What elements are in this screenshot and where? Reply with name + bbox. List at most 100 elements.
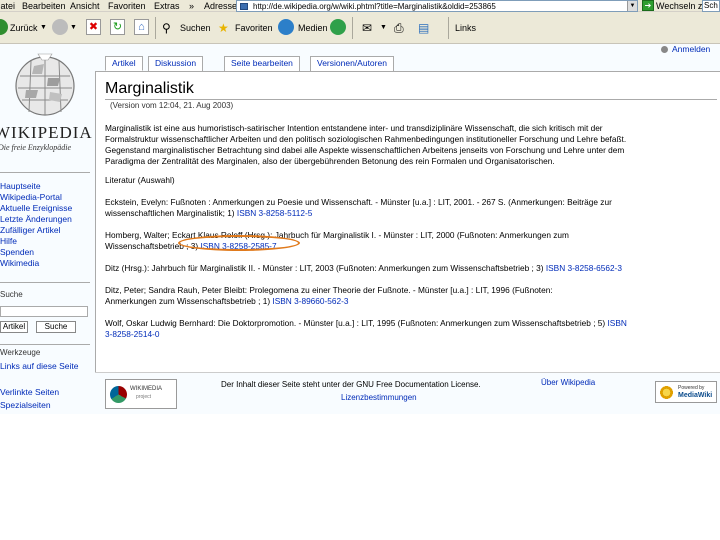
search-button[interactable]: Suchen (180, 19, 211, 37)
reference-line: Wolf, Oskar Ludwig Bernhard: Die Doktorp… (105, 318, 717, 329)
page-icon (240, 3, 248, 10)
favorites-button[interactable]: Favoriten (235, 19, 273, 37)
refresh-icon[interactable]: ↻ (110, 19, 125, 35)
license-terms-link[interactable]: Lizenzbestimmungen (221, 391, 481, 404)
sidebar-item-hauptseite[interactable]: Hauptseite (0, 181, 41, 191)
sidebar-divider (0, 344, 90, 345)
reference-line: Eckstein, Evelyn: Fußnoten : Anmerkungen… (105, 197, 717, 208)
reference-text: Jahrbuch für Marginalistik I. - Münster … (272, 230, 569, 240)
menu-extras[interactable]: Extras (154, 0, 180, 12)
sidebar-item-aenderungen[interactable]: Letzte Änderungen (0, 214, 72, 224)
isbn-link[interactable]: 3-8258-2514-0 (105, 329, 159, 339)
sidebar-item-spenden[interactable]: Spenden (0, 247, 34, 257)
about-wikipedia-link[interactable]: Über Wikipedia (541, 378, 595, 387)
address-url[interactable]: http://de.wikipedia.org/w/wiki.phtml?tit… (253, 1, 496, 12)
menu-ansicht[interactable]: Ansicht (70, 0, 100, 12)
stop-icon[interactable]: ✖ (86, 19, 101, 35)
menu-datei[interactable]: Datei (0, 0, 15, 12)
address-label: Adresse (204, 1, 238, 11)
tool-special-pages[interactable]: Spezialseiten (0, 400, 51, 410)
sidebar-item-zufall[interactable]: Zufälliger Artikel (0, 225, 60, 235)
reference-line: 3-8258-2514-0 (105, 329, 717, 340)
back-dropdown-icon[interactable]: ▼ (40, 19, 47, 37)
reference-text: wissenschaftlichen Marginalistik; 1) (105, 208, 237, 218)
tab-discussion[interactable]: Diskussion (148, 56, 204, 71)
powered-by-mediawiki-badge[interactable]: Powered by MediaWiki (655, 381, 717, 403)
powered-by-label: Powered by (678, 385, 705, 391)
wikipedia-slogan: Die freie Enzyklopädie (0, 143, 72, 152)
fulltext-search-button[interactable]: Suche (36, 321, 76, 333)
wikipedia-globe-icon (15, 53, 75, 116)
tab-article[interactable]: Artikel (105, 56, 143, 71)
isbn-link[interactable]: ISBN 3-89660-562-3 (272, 296, 348, 306)
page-title: Marginalistik (105, 80, 194, 97)
search-box[interactable]: Sch (702, 0, 720, 12)
isbn-link[interactable]: ISBN (608, 318, 627, 328)
reference-text: Ditz (Hrsg.): Jahrbuch für Marginalistik… (105, 263, 546, 273)
media-button[interactable]: Medien (298, 19, 328, 37)
go-arrow-icon[interactable]: ➔ (642, 0, 654, 11)
reference-line: Ditz, Peter; Sandra Rauh, Peter Bleibt: … (105, 285, 717, 296)
sidebar-item-portal[interactable]: Wikipedia-Portal (0, 192, 62, 202)
forward-icon[interactable] (52, 19, 68, 35)
login-link[interactable]: Anmelden (672, 44, 710, 54)
standard-toolbar: Zurück ▼ ▼ ✖ ↻ ⌂ ⚲ Suchen ★ Favoriten Me… (0, 12, 720, 44)
reference-line: wissenschaftlichen Marginalistik; 1) ISB… (105, 208, 717, 219)
tab-history[interactable]: Versionen/Autoren (310, 56, 394, 71)
sidebar-divider (0, 282, 90, 283)
isbn-link[interactable]: ISBN 3-8258-5112-5 (237, 208, 313, 218)
user-icon (661, 46, 668, 53)
sidebar-item-hilfe[interactable]: Hilfe (0, 236, 17, 246)
intro-line: Gegenstand marginalistischer Betrachtung… (105, 145, 625, 155)
reference-line: Ditz (Hrsg.): Jahrbuch für Marginalistik… (105, 263, 717, 274)
sidebar-item-ereignisse[interactable]: Aktuelle Ereignisse (0, 203, 72, 213)
search-icon[interactable]: ⚲ (162, 19, 171, 37)
literature-heading: Literatur (Auswahl) (105, 175, 175, 185)
edit-icon[interactable]: ▤ (418, 19, 429, 37)
version-note: (Version vom 12:04, 21. Aug 2003) (110, 101, 234, 110)
toolbar-separator (448, 17, 449, 39)
tab-edit[interactable]: Seite bearbeiten (224, 56, 300, 71)
wikimedia-logo-icon (110, 386, 127, 403)
sidebar-item-wikimedia[interactable]: Wikimedia (0, 258, 39, 268)
reference-text: Ditz, Peter; Sandra Rauh, Peter Bleibt: … (105, 285, 553, 295)
back-icon[interactable] (0, 19, 8, 35)
toolbar-overflow-chevron[interactable]: » (189, 0, 194, 12)
sidebar: WIKIPEDIA Die freie Enzyklopädie Hauptse… (0, 44, 95, 410)
mediawiki-logo-icon (659, 385, 674, 400)
isbn-link[interactable]: ISBN 3-8258-6562-3 (546, 263, 622, 273)
home-icon[interactable]: ⌂ (134, 19, 149, 35)
address-dropdown-icon[interactable]: ▼ (627, 1, 637, 11)
mail-dropdown-icon[interactable]: ▼ (380, 19, 387, 37)
mediawiki-label: MediaWiki (678, 392, 713, 399)
address-bar[interactable]: http://de.wikipedia.org/w/wiki.phtml?tit… (236, 0, 638, 12)
print-icon[interactable]: ⎙ (394, 19, 404, 37)
forward-dropdown-icon[interactable]: ▼ (70, 19, 77, 37)
search-heading: Suche (0, 290, 23, 299)
tool-related-changes[interactable]: Verlinkte Seiten (0, 387, 59, 397)
article-go-button[interactable]: Artikel (0, 321, 28, 333)
mail-icon[interactable]: ✉ (362, 19, 372, 37)
reference-text: Anmerkungen zum Wissenschaftsbetrieb ; 1… (105, 296, 273, 306)
page-footer: WIKIMEDIA project Der Inhalt dieser Seit… (95, 372, 720, 412)
history-icon[interactable] (330, 19, 346, 35)
intro-line: Marginalistik ist eine aus humoristisch-… (105, 123, 603, 133)
reference-text: Eckstein, Evelyn: Fußnoten : Anmerkungen… (105, 197, 612, 207)
go-label[interactable]: Wechseln zu (656, 0, 707, 12)
favorites-icon[interactable]: ★ (218, 19, 229, 37)
reference-text: Wolf, Oskar Ludwig Bernhard: Die Doktorp… (105, 318, 608, 328)
highlight-ellipse (178, 235, 300, 251)
menu-favoriten[interactable]: Favoriten (108, 0, 146, 12)
intro-line: Formalstruktur wissenschaftlicher Arbeit… (105, 134, 627, 144)
toolbar-separator (352, 17, 353, 39)
sidebar-search-input[interactable] (0, 306, 88, 317)
tool-whatlinkshere[interactable]: Links auf diese Seite (0, 361, 78, 371)
back-button[interactable]: Zurück (10, 19, 38, 37)
wikipedia-logo[interactable]: WIKIPEDIA Die freie Enzyklopädie (0, 44, 92, 162)
menu-bearbeiten[interactable]: Bearbeiten (22, 0, 66, 12)
wikimedia-badge-sub: project (136, 394, 152, 400)
license-line: Der Inhalt dieser Seite steht unter der … (221, 380, 481, 389)
links-button[interactable]: Links (455, 19, 476, 37)
wikimedia-project-badge[interactable]: WIKIMEDIA project (105, 379, 177, 409)
media-icon[interactable] (278, 19, 294, 35)
